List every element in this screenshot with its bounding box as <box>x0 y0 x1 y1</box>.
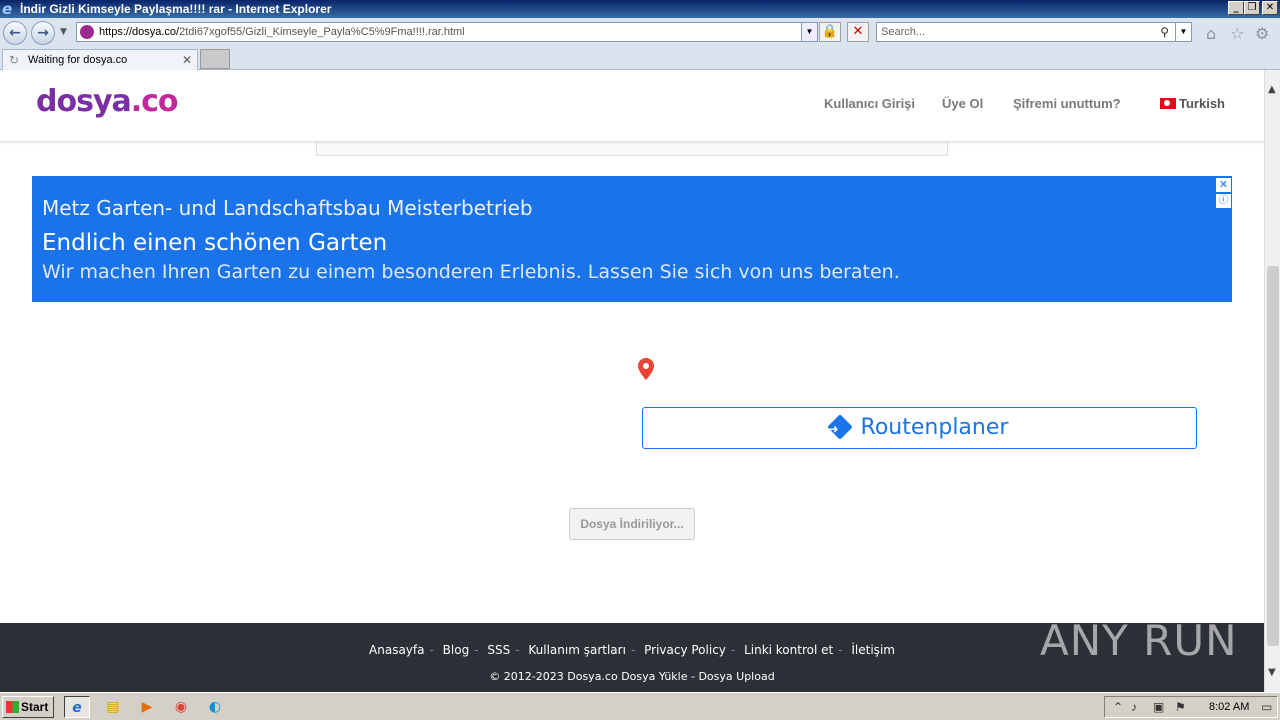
footer-link-blog[interactable]: Blog <box>443 643 470 657</box>
ad-headline: Endlich einen schönen Garten <box>42 230 388 256</box>
turkey-flag-icon <box>1160 98 1176 109</box>
tray-expand-icon[interactable]: ⌃ <box>1113 697 1123 717</box>
anyrun-watermark: ANY RUN <box>1040 616 1238 665</box>
show-desktop-icon[interactable]: ▭ <box>1261 697 1272 717</box>
site-header: dosya.co Kullanıcı Girişi Üye Ol Şifremi… <box>0 70 1264 142</box>
forward-button[interactable]: → <box>31 21 55 45</box>
taskbar-explorer-icon[interactable]: ▤ <box>100 696 126 718</box>
home-icon[interactable]: ⌂ <box>1206 24 1216 43</box>
tab-current[interactable]: ↻ Waiting for dosya.co ✕ <box>2 49 198 70</box>
volume-icon[interactable]: ♪ <box>1131 697 1137 717</box>
taskbar: Start e ▤ ▶ ◉ ◐ ⌃ ♪ ▣ ⚑ 8:02 AM ▭ <box>0 692 1280 720</box>
taskbar-media-player-icon[interactable]: ▶ <box>134 696 160 718</box>
nav-forgot-password-link[interactable]: Şifremi unuttum? <box>1013 96 1121 111</box>
url-path: 2tdi67xgof55/Gizli_Kimseyle_Payla%C5%9Fm… <box>179 26 465 38</box>
route-planner-label: Routenplaner <box>860 415 1009 440</box>
footer-copyright: © 2012-2023 Dosya.co Dosya Yükle - Dosya… <box>489 670 775 683</box>
maximize-button[interactable]: ❐ <box>1244 1 1260 15</box>
lock-icon[interactable]: 🔒 <box>819 22 841 42</box>
history-dropdown-icon[interactable]: ▼ <box>60 27 67 37</box>
footer-link-check[interactable]: Linki kontrol et <box>744 643 833 657</box>
tab-close-icon[interactable]: ✕ <box>182 50 192 70</box>
windows-logo-icon <box>6 701 19 713</box>
nav-register-link[interactable]: Üye Ol <box>942 96 983 111</box>
page-scrollbar[interactable]: ▲ ▼ <box>1264 70 1280 692</box>
content-panel-edge <box>316 142 948 156</box>
loading-spinner-icon: ↻ <box>9 53 20 67</box>
scrollbar-thumb[interactable] <box>1267 266 1279 646</box>
url-host: https://dosya.co/ <box>99 26 180 38</box>
page-viewport: dosya.co Kullanıcı Girişi Üye Ol Şifremi… <box>0 70 1264 692</box>
action-center-flag-icon[interactable]: ⚑ <box>1175 697 1186 717</box>
system-tray: ⌃ ♪ ▣ ⚑ 8:02 AM ▭ <box>1104 696 1278 718</box>
address-dropdown-icon[interactable]: ▼ <box>801 23 817 41</box>
back-button[interactable]: ← <box>3 21 27 45</box>
minimize-button[interactable]: _ <box>1228 1 1244 15</box>
tab-label: Waiting for dosya.co <box>28 54 128 66</box>
ad-description: Wir machen Ihren Garten zu einem besonde… <box>42 261 900 283</box>
scroll-up-icon[interactable]: ▲ <box>1268 84 1276 95</box>
scroll-down-icon[interactable]: ▼ <box>1268 667 1276 678</box>
stop-icon[interactable]: ✕ <box>847 22 869 42</box>
ad-banner[interactable]: Metz Garten- und Landschaftsbau Meisterb… <box>32 176 1232 302</box>
logo-text-main: dosya <box>36 84 132 119</box>
close-button[interactable]: ✕ <box>1262 1 1278 15</box>
ie-logo-icon: e <box>2 0 13 18</box>
new-tab-button[interactable] <box>200 49 230 69</box>
address-input[interactable]: https://dosya.co/2tdi67xgof55/Gizli_Kims… <box>76 22 818 42</box>
ad-close-icon[interactable]: ✕ <box>1216 178 1231 192</box>
site-logo[interactable]: dosya.co <box>36 84 179 119</box>
window-title-bar: e İndir Gizli Kimseyle Paylaşma!!!! rar … <box>0 0 1280 18</box>
logo-text-tld: .co <box>130 84 179 119</box>
footer-link-privacy[interactable]: Privacy Policy <box>644 643 726 657</box>
footer-link-contact[interactable]: İletişim <box>851 643 895 657</box>
navigation-bar: ← → ▼ https://dosya.co/2tdi67xgof55/Gizl… <box>0 18 1280 48</box>
start-button[interactable]: Start <box>2 696 54 718</box>
taskbar-edge-icon[interactable]: ◐ <box>202 696 228 718</box>
route-planner-button[interactable]: Routenplaner <box>642 407 1197 449</box>
search-placeholder: Search... <box>881 26 926 38</box>
footer-link-terms[interactable]: Kullanım şartları <box>528 643 626 657</box>
tab-bar: ↻ Waiting for dosya.co ✕ <box>0 48 1280 70</box>
map-pin-icon <box>638 358 654 380</box>
favorites-star-icon[interactable]: ☆ <box>1230 24 1244 43</box>
network-icon[interactable]: ▣ <box>1153 697 1164 717</box>
language-selector[interactable]: Turkish <box>1160 96 1225 111</box>
search-icon[interactable]: ⚲ <box>1160 23 1169 41</box>
footer-link-home[interactable]: Anasayfa <box>369 643 424 657</box>
search-dropdown-icon[interactable]: ▼ <box>1175 23 1191 41</box>
taskbar-chrome-icon[interactable]: ◉ <box>168 696 194 718</box>
directions-icon <box>826 414 853 440</box>
start-label: Start <box>21 700 49 714</box>
site-favicon-icon <box>80 25 94 39</box>
window-title: İndir Gizli Kimseyle Paylaşma!!!! rar - … <box>20 2 332 16</box>
ad-info-icon[interactable]: ⓘ <box>1216 194 1231 208</box>
taskbar-ie-icon[interactable]: e <box>64 696 90 718</box>
gear-icon[interactable]: ⚙ <box>1255 24 1269 43</box>
taskbar-clock[interactable]: 8:02 AM <box>1209 697 1249 717</box>
ad-headline-company: Metz Garten- und Landschaftsbau Meisterb… <box>42 196 533 220</box>
download-button[interactable]: Dosya İndiriliyor... <box>569 508 695 540</box>
language-label: Turkish <box>1179 96 1225 111</box>
nav-login-link[interactable]: Kullanıcı Girişi <box>824 96 915 111</box>
search-input[interactable]: Search... ⚲ ▼ <box>876 22 1192 42</box>
footer-link-faq[interactable]: SSS <box>487 643 510 657</box>
